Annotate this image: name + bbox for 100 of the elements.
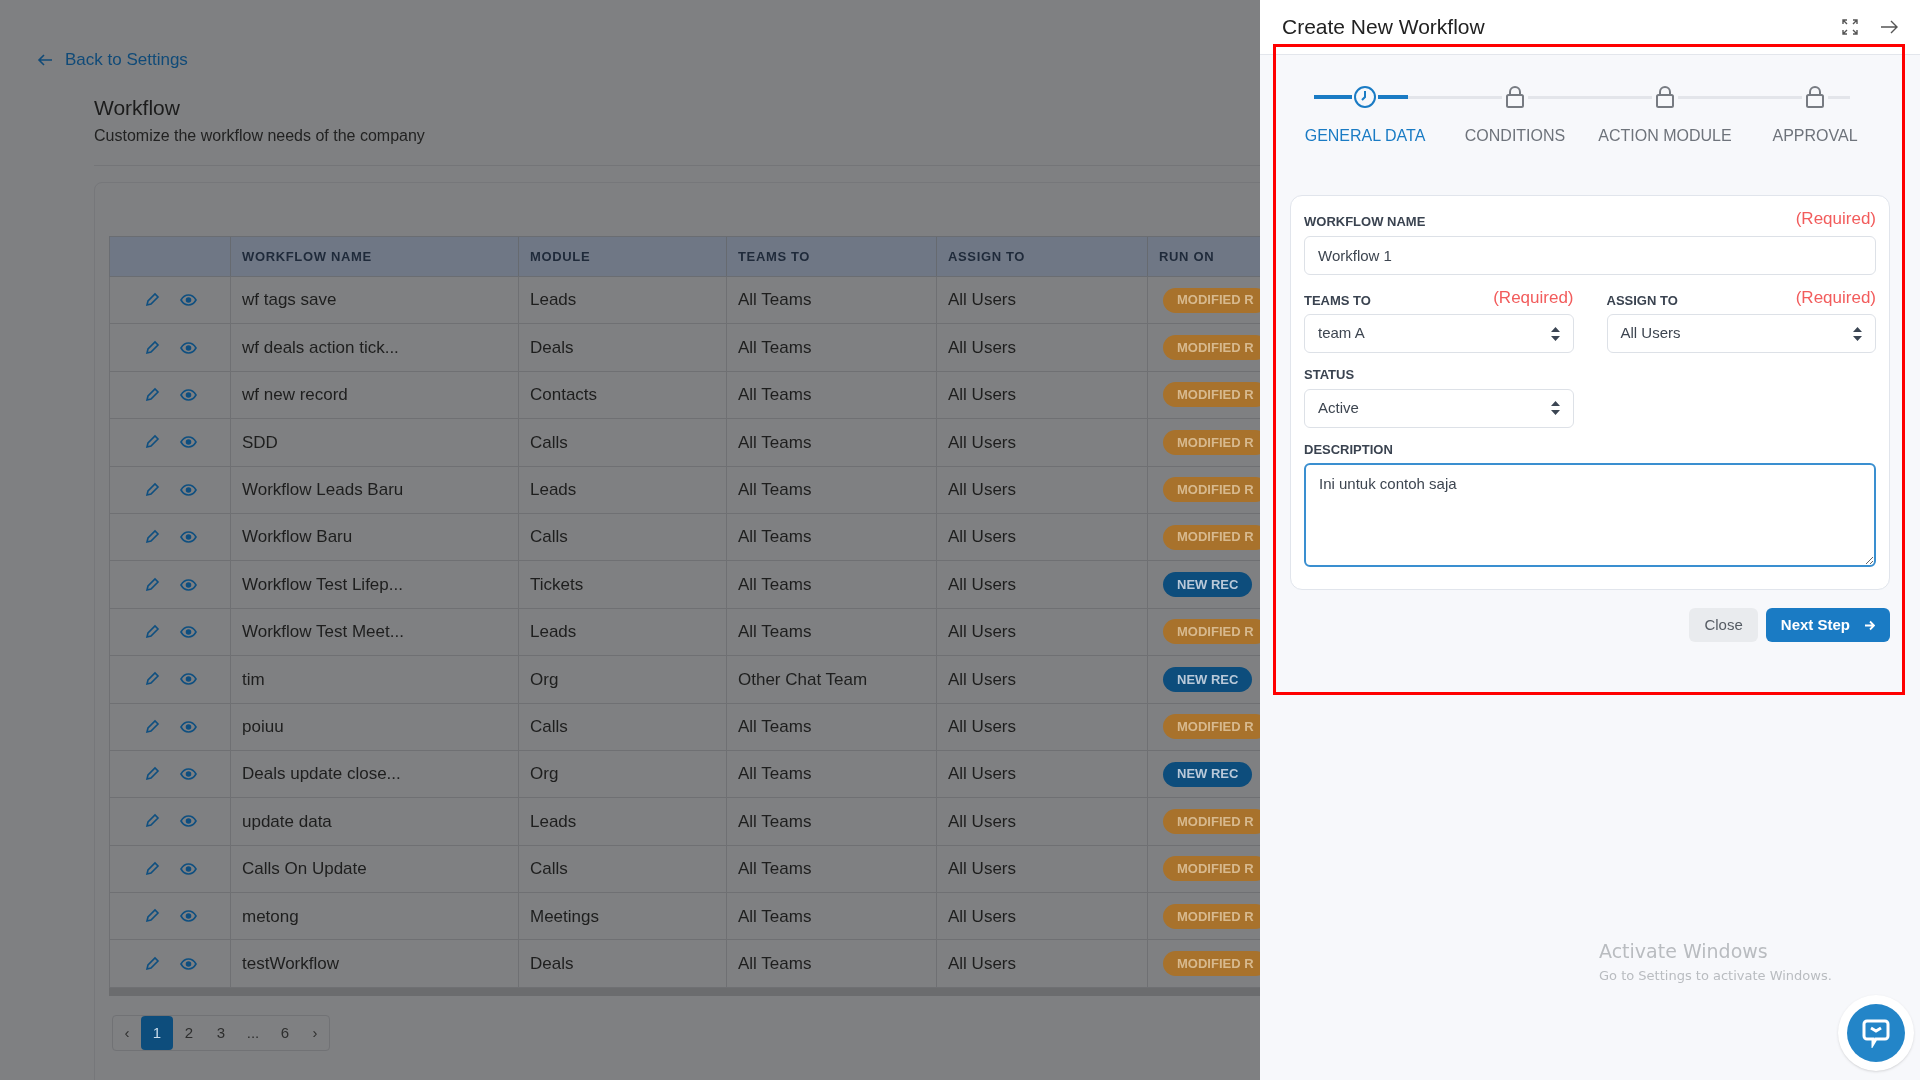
table-cell: All Users bbox=[937, 798, 1148, 845]
table-cell: All Users bbox=[937, 893, 1148, 940]
next-step-button[interactable]: Next Step bbox=[1765, 608, 1890, 642]
table-cell: All Teams bbox=[727, 845, 937, 893]
edit-button[interactable] bbox=[143, 434, 160, 451]
text-field[interactable]: Workflow 1 bbox=[1304, 235, 1876, 275]
view-button[interactable] bbox=[179, 436, 197, 449]
chat-button[interactable] bbox=[1838, 995, 1914, 1071]
page-button[interactable]: 3 bbox=[205, 1016, 237, 1050]
chat-bubble-icon bbox=[1861, 1018, 1891, 1048]
edit-button[interactable] bbox=[143, 529, 160, 546]
close-button[interactable]: Close bbox=[1689, 608, 1758, 642]
table-cell: All Teams bbox=[727, 750, 937, 798]
edit-button[interactable] bbox=[143, 860, 160, 877]
table-cell: poiuu bbox=[231, 703, 519, 750]
field-label: STATUS bbox=[1304, 366, 1355, 384]
table-cell: All Users bbox=[937, 561, 1148, 608]
activation-notice-text: Go to Settings to activate Windows. bbox=[1599, 966, 1832, 985]
table-cell: All Teams bbox=[727, 798, 937, 845]
table-cell: Calls bbox=[519, 845, 727, 893]
view-button[interactable] bbox=[179, 957, 197, 970]
step-label[interactable]: ACTION MODULE bbox=[1598, 124, 1732, 148]
table-cell: tim bbox=[231, 656, 519, 703]
expand-icon[interactable] bbox=[1842, 19, 1858, 35]
page-button[interactable]: 1 bbox=[141, 1016, 173, 1050]
edit-button[interactable] bbox=[143, 813, 160, 830]
run-on-badge: MODIFIED R bbox=[1163, 856, 1260, 882]
table-cell: Contacts bbox=[519, 371, 727, 419]
edit-button[interactable] bbox=[143, 292, 160, 309]
page-button[interactable]: 6 bbox=[269, 1016, 301, 1050]
edit-button[interactable] bbox=[143, 481, 160, 498]
edit-button[interactable] bbox=[143, 955, 160, 972]
step-label[interactable]: GENERAL DATA bbox=[1304, 124, 1426, 148]
edit-button[interactable] bbox=[143, 718, 160, 735]
table-cell: All Users bbox=[937, 419, 1148, 466]
table-cell: Leads bbox=[519, 466, 727, 513]
view-button[interactable] bbox=[179, 673, 197, 686]
table-cell: Workflow Test Lifep... bbox=[231, 561, 519, 608]
step-label[interactable]: APPROVAL bbox=[1772, 124, 1858, 148]
run-on-badge: NEW REC bbox=[1163, 572, 1253, 598]
view-button[interactable] bbox=[179, 294, 197, 307]
description-field[interactable]: Ini untuk contoh saja bbox=[1304, 463, 1876, 567]
edit-button[interactable] bbox=[143, 766, 160, 783]
table-cell: All Teams bbox=[727, 466, 937, 513]
view-button[interactable] bbox=[179, 720, 197, 733]
view-button[interactable] bbox=[179, 768, 197, 781]
select-field[interactable]: team A bbox=[1304, 314, 1574, 353]
table-cell: All Users bbox=[937, 277, 1148, 324]
arrow-left-icon bbox=[37, 52, 53, 67]
sort-caret-icon bbox=[1853, 326, 1862, 341]
edit-button[interactable] bbox=[143, 623, 160, 640]
view-button[interactable] bbox=[179, 862, 197, 875]
view-button[interactable] bbox=[179, 531, 197, 544]
edit-button[interactable] bbox=[143, 339, 160, 356]
arrow-right-icon[interactable] bbox=[1880, 20, 1898, 34]
table-cell: Other Chat Team bbox=[727, 656, 937, 703]
view-button[interactable] bbox=[179, 483, 197, 496]
table-cell: metong bbox=[231, 893, 519, 940]
view-button[interactable] bbox=[179, 815, 197, 828]
arrow-right-icon bbox=[1864, 619, 1875, 631]
view-button[interactable] bbox=[179, 578, 197, 591]
view-button[interactable] bbox=[179, 910, 197, 923]
view-button[interactable] bbox=[179, 341, 197, 354]
view-button[interactable] bbox=[179, 625, 197, 638]
edit-button[interactable] bbox=[143, 908, 160, 925]
table-cell: All Teams bbox=[727, 513, 937, 561]
step-label[interactable]: CONDITIONS bbox=[1464, 124, 1566, 148]
page-button[interactable]: ... bbox=[237, 1016, 269, 1050]
table-cell: All Teams bbox=[727, 324, 937, 371]
sort-caret-icon bbox=[1550, 326, 1560, 341]
run-on-badge: MODIFIED R bbox=[1163, 951, 1260, 977]
table-cell: SDD bbox=[231, 419, 519, 466]
activation-notice-title: Activate Windows bbox=[1599, 939, 1769, 964]
select-field[interactable]: Active bbox=[1304, 388, 1574, 428]
table-cell: Tickets bbox=[519, 561, 727, 608]
table-cell: All Teams bbox=[727, 561, 937, 608]
run-on-badge: MODIFIED R bbox=[1163, 903, 1260, 929]
table-cell: All Users bbox=[937, 656, 1148, 703]
table-cell: Workflow Leads Baru bbox=[231, 466, 519, 513]
page-button[interactable]: 2 bbox=[173, 1016, 205, 1050]
edit-button[interactable] bbox=[143, 386, 160, 403]
field-label: ASSIGN TO bbox=[1606, 291, 1678, 310]
column-header: MODULE bbox=[519, 237, 727, 276]
select-field[interactable]: All Users bbox=[1606, 314, 1876, 353]
run-on-badge: MODIFIED R bbox=[1163, 619, 1260, 645]
table-cell: All Teams bbox=[727, 608, 937, 656]
run-on-badge: MODIFIED R bbox=[1163, 287, 1260, 313]
table-cell: Workflow Test Meet... bbox=[231, 608, 519, 656]
edit-button[interactable] bbox=[143, 576, 160, 593]
view-button[interactable] bbox=[179, 388, 197, 401]
run-on-badge: NEW REC bbox=[1163, 666, 1253, 692]
table-cell: Deals bbox=[519, 324, 727, 371]
table-cell: Workflow Baru bbox=[231, 513, 519, 561]
table-cell: All Users bbox=[937, 371, 1148, 419]
table-cell: All Teams bbox=[727, 419, 937, 466]
table-cell: Org bbox=[519, 750, 727, 798]
back-link[interactable]: Back to Settings bbox=[37, 47, 188, 73]
edit-button[interactable] bbox=[143, 671, 160, 688]
table-cell: All Teams bbox=[727, 940, 937, 987]
table-cell: All Users bbox=[937, 513, 1148, 561]
